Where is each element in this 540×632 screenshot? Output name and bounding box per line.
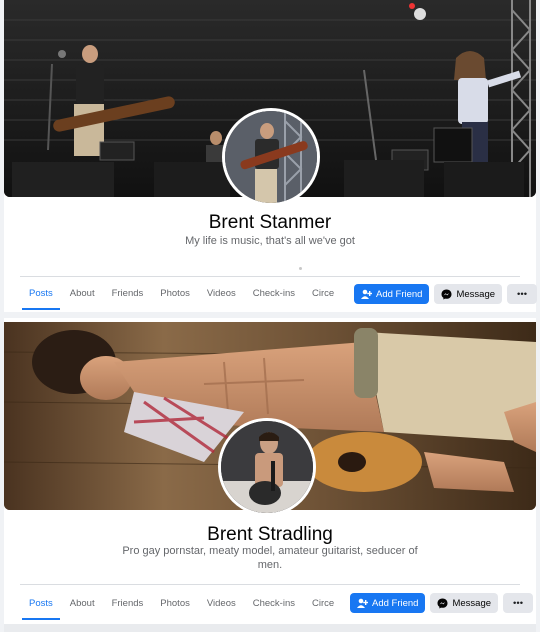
- message-button[interactable]: Message: [434, 284, 503, 304]
- profile-name: Brent Stanmer: [208, 212, 332, 233]
- profile-avatar[interactable]: [222, 108, 320, 206]
- tab-friends[interactable]: Friends: [105, 590, 151, 620]
- profile-tabs: Posts About Friends Photos Videos Check-…: [22, 280, 344, 310]
- divider: [20, 584, 520, 585]
- tab-about[interactable]: About: [63, 590, 102, 620]
- tab-check-ins[interactable]: Check-ins: [246, 590, 302, 620]
- add-friend-button[interactable]: Add Friend: [354, 284, 430, 304]
- divider: [20, 276, 520, 277]
- tab-circe[interactable]: Circe: [305, 280, 341, 310]
- tab-photos[interactable]: Photos: [153, 590, 197, 620]
- profile-tabs: Posts About Friends Photos Videos Check-…: [22, 590, 344, 620]
- tab-photos[interactable]: Photos: [153, 280, 197, 310]
- separator-dot: [299, 267, 302, 270]
- person-plus-icon: [361, 289, 372, 299]
- more-options-button[interactable]: •••: [503, 593, 534, 613]
- profile-card-2: Brent Stradling Pro gay pornstar, meaty …: [4, 318, 536, 632]
- tab-friends[interactable]: Friends: [105, 280, 151, 310]
- add-friend-button[interactable]: Add Friend: [350, 593, 426, 613]
- add-friend-label: Add Friend: [376, 288, 423, 300]
- tab-videos[interactable]: Videos: [200, 280, 243, 310]
- feed-edge: [4, 624, 536, 632]
- avatar-image: [221, 421, 313, 513]
- message-label: Message: [452, 597, 492, 609]
- tab-videos[interactable]: Videos: [200, 590, 243, 620]
- messenger-icon: [441, 289, 452, 299]
- message-button[interactable]: Message: [430, 593, 499, 613]
- profile-bio: Pro gay pornstar, meaty model, amateur g…: [122, 545, 418, 571]
- profile-actions: Add Friend Message •••: [350, 593, 534, 613]
- profile-bio: My life is music, that's all we've got: [185, 235, 355, 247]
- add-friend-label: Add Friend: [372, 597, 419, 609]
- avatar-image: [225, 111, 317, 203]
- person-plus-icon: [357, 598, 368, 608]
- tab-posts[interactable]: Posts: [22, 280, 60, 310]
- messenger-icon: [437, 598, 448, 608]
- profile-avatar[interactable]: [218, 418, 316, 516]
- tab-posts[interactable]: Posts: [22, 590, 60, 620]
- profile-actions: Add Friend Message •••: [354, 284, 538, 304]
- tab-check-ins[interactable]: Check-ins: [246, 280, 302, 310]
- tab-about[interactable]: About: [63, 280, 102, 310]
- profile-card-1: Brent Stanmer My life is music, that's a…: [4, 0, 538, 312]
- tab-circe[interactable]: Circe: [305, 590, 341, 620]
- profile-name: Brent Stradling: [207, 524, 333, 545]
- message-label: Message: [456, 288, 496, 300]
- more-options-button[interactable]: •••: [507, 284, 538, 304]
